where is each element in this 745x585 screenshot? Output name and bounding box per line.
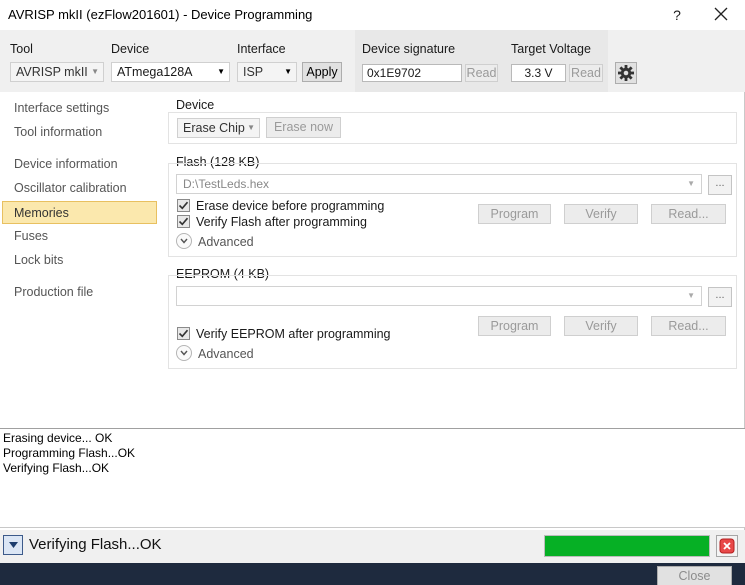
erase-mode-value: Erase Chip: [183, 121, 245, 135]
eeprom-advanced-toggle[interactable]: [176, 345, 192, 361]
voltage-field[interactable]: 3.3 V: [511, 64, 566, 82]
eeprom-read-button[interactable]: Read...: [651, 316, 726, 336]
chevron-down-icon: ▼: [247, 123, 255, 132]
log-line: Programming Flash...OK: [3, 446, 136, 460]
sidebar-item-interface-settings[interactable]: Interface settings: [2, 97, 157, 120]
eeprom-browse-button[interactable]: ...: [708, 287, 732, 307]
sidebar: Interface settings Tool information Devi…: [0, 92, 160, 428]
log-line: Verifying Flash...OK: [3, 461, 110, 475]
verify-eeprom-label: Verify EEPROM after programming: [196, 327, 391, 341]
verify-flash-checkbox[interactable]: [177, 215, 190, 228]
flash-browse-button[interactable]: ...: [708, 175, 732, 195]
eeprom-file-select[interactable]: ▼: [176, 286, 702, 306]
title-bar: AVRISP mkII (ezFlow201601) - Device Prog…: [0, 0, 745, 30]
window-title: AVRISP mkII (ezFlow201601) - Device Prog…: [8, 7, 313, 22]
eeprom-program-button[interactable]: Program: [478, 316, 551, 336]
chevron-down-icon: ▼: [217, 67, 225, 76]
erase-before-label: Erase device before programming: [196, 199, 385, 213]
flash-file-select[interactable]: D:\TestLeds.hex ▼: [176, 174, 702, 194]
sidebar-item-memories[interactable]: Memories: [2, 201, 157, 224]
device-select[interactable]: ATmega128A ▼: [111, 62, 230, 82]
close-window-button[interactable]: [706, 3, 736, 27]
expand-log-button[interactable]: [3, 535, 23, 555]
tool-select[interactable]: AVRISP mkII ▼: [10, 62, 104, 82]
sidebar-item-production-file[interactable]: Production file: [2, 281, 157, 304]
voltage-read-button[interactable]: Read: [569, 64, 603, 82]
help-button[interactable]: ?: [664, 4, 690, 26]
chevron-down-icon: [180, 350, 188, 356]
chevron-down-icon: [180, 238, 188, 244]
gear-icon: [618, 65, 634, 81]
device-label: Device: [111, 42, 150, 56]
checkmark-icon: [178, 217, 189, 226]
eeprom-verify-button[interactable]: Verify: [564, 316, 638, 336]
close-button[interactable]: Close: [657, 566, 732, 585]
output-log[interactable]: Erasing device... OK Programming Flash..…: [0, 428, 745, 528]
settings-button[interactable]: [615, 62, 637, 84]
stop-icon: [719, 538, 735, 554]
flash-verify-button[interactable]: Verify: [564, 204, 638, 224]
log-line: Erasing device... OK: [3, 431, 113, 445]
erase-before-checkbox[interactable]: [177, 199, 190, 212]
device-programming-window: AVRISP mkII (ezFlow201601) - Device Prog…: [0, 0, 745, 563]
flash-advanced-toggle[interactable]: [176, 233, 192, 249]
apply-button[interactable]: Apply: [302, 62, 342, 82]
chevron-down-icon: ▼: [91, 67, 99, 76]
verify-eeprom-checkbox[interactable]: [177, 327, 190, 340]
flash-program-button[interactable]: Program: [478, 204, 551, 224]
signature-label: Device signature: [362, 42, 456, 56]
triangle-down-icon: [8, 542, 18, 548]
interface-select[interactable]: ISP ▼: [237, 62, 297, 82]
flash-file-path: D:\TestLeds.hex: [183, 177, 270, 191]
checkmark-icon: [178, 201, 189, 210]
tool-label: Tool: [10, 42, 33, 56]
memories-panel: Device Erase Chip ▼ Erase now Flash (128…: [168, 92, 740, 428]
status-text: Verifying Flash...OK: [29, 536, 162, 553]
erase-now-button[interactable]: Erase now: [266, 117, 341, 138]
sidebar-item-fuses[interactable]: Fuses: [2, 225, 157, 248]
sidebar-item-device-information[interactable]: Device information: [2, 153, 157, 176]
device-select-value: ATmega128A: [117, 65, 193, 79]
interface-label: Interface: [237, 42, 286, 56]
checkmark-icon: [178, 329, 189, 338]
progress-bar: [544, 535, 710, 557]
flash-read-button[interactable]: Read...: [651, 204, 726, 224]
sidebar-item-oscillator-calibration[interactable]: Oscillator calibration: [2, 177, 157, 200]
voltage-label: Target Voltage: [511, 42, 591, 56]
chevron-down-icon: ▼: [687, 179, 695, 188]
verify-flash-label: Verify Flash after programming: [196, 215, 367, 229]
sidebar-item-tool-information[interactable]: Tool information: [2, 121, 157, 144]
stop-button[interactable]: [716, 535, 738, 557]
status-bar: Verifying Flash...OK: [0, 530, 745, 563]
chevron-down-icon: ▼: [284, 67, 292, 76]
tool-select-value: AVRISP mkII: [16, 65, 88, 79]
signature-panel: Device signature 0x1E9702 Read Target Vo…: [355, 30, 608, 92]
sidebar-item-lock-bits[interactable]: Lock bits: [2, 249, 157, 272]
close-icon: [714, 7, 728, 21]
flash-advanced-label[interactable]: Advanced: [198, 235, 254, 249]
device-section-label: Device: [176, 98, 215, 112]
interface-select-value: ISP: [243, 65, 264, 79]
chevron-down-icon: ▼: [687, 291, 695, 300]
progress-fill: [545, 536, 709, 556]
eeprom-advanced-label[interactable]: Advanced: [198, 347, 254, 361]
dialog-footer: [0, 563, 745, 585]
signature-read-button[interactable]: Read: [465, 64, 498, 82]
erase-mode-select[interactable]: Erase Chip ▼: [177, 118, 260, 138]
signature-field[interactable]: 0x1E9702: [362, 64, 462, 82]
